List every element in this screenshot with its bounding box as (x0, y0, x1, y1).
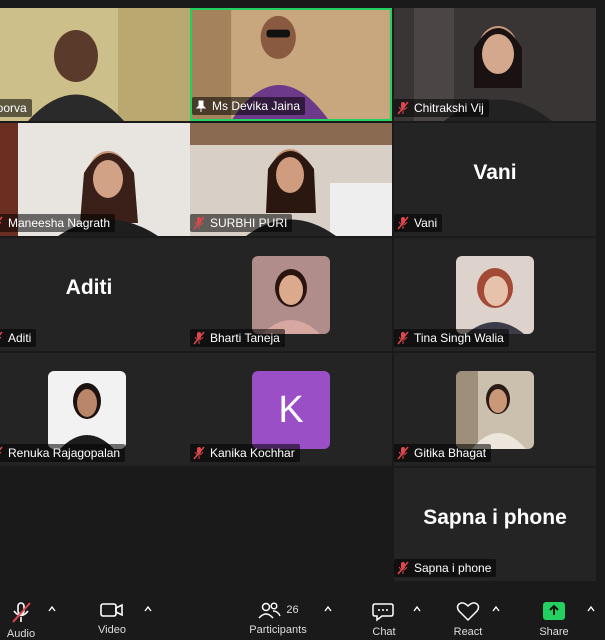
participant-name: Aditi (8, 331, 32, 345)
tile-surbhi-puri[interactable]: SURBHI PURI (190, 123, 392, 236)
chat-options-caret[interactable] (412, 604, 422, 614)
tile-gitika-bhagat[interactable]: Gitika Bhagat (394, 353, 596, 466)
muted-mic-icon (192, 331, 206, 345)
participants-count: 26 (286, 604, 299, 616)
tile-renuka-rajagopalan[interactable]: Renuka Rajagopalan (0, 353, 190, 466)
tile-bharti-taneja[interactable]: Bharti Taneja (190, 238, 392, 351)
participant-display-name: Sapna i phone (423, 506, 567, 529)
name-tag: Maneesha Nagrath (0, 214, 116, 232)
participant-name: Bharti Taneja (210, 331, 280, 345)
name-tag: poorva (0, 99, 32, 117)
pin-icon (194, 99, 208, 113)
meeting-toolbar: Audio Video 26 Participants Chat React S… (0, 590, 605, 640)
muted-mic-icon (192, 446, 206, 460)
participant-name: Gitika Bhagat (414, 446, 487, 460)
participant-name: Chitrakshi Vij (414, 101, 484, 115)
react-button[interactable]: React (448, 590, 488, 638)
participants-label: Participants (249, 624, 307, 636)
muted-mic-icon (396, 446, 410, 460)
muted-mic-icon (396, 561, 410, 575)
profile-photo (456, 256, 534, 334)
share-options-caret[interactable] (586, 604, 596, 614)
name-tag: Tina Singh Walia (394, 329, 509, 347)
video-grid: poorva Ms Devika Jaina (0, 0, 605, 590)
name-tag: Vani (394, 214, 443, 232)
name-tag: Gitika Bhagat (394, 444, 492, 462)
video-label: Video (98, 624, 126, 636)
muted-mic-icon (396, 216, 410, 230)
muted-mic-icon (396, 101, 410, 115)
muted-mic-icon (10, 600, 32, 624)
chat-icon (372, 600, 396, 622)
participant-name: Sapna i phone (414, 561, 492, 575)
name-tag: Chitrakshi Vij (394, 99, 489, 117)
profile-photo (456, 371, 534, 449)
muted-mic-icon (192, 216, 206, 230)
participant-name: poorva (0, 101, 27, 115)
tile-apoorva[interactable]: poorva (0, 8, 190, 121)
participant-name: Vani (414, 216, 438, 230)
video-options-caret[interactable] (143, 604, 153, 614)
muted-mic-icon (0, 446, 4, 460)
audio-button[interactable]: Audio (2, 590, 40, 640)
name-tag: Sapna i phone (394, 559, 497, 577)
video-button[interactable]: Video (92, 590, 132, 636)
name-tag: Kanika Kochhar (190, 444, 300, 462)
name-tag: Renuka Rajagopalan (0, 444, 126, 462)
share-button[interactable]: Share (534, 590, 574, 638)
chat-label: Chat (372, 626, 396, 638)
participants-icon: 26 (257, 600, 299, 620)
tile-chitrakshi-vij[interactable]: Chitrakshi Vij (394, 8, 596, 121)
tile-aditi[interactable]: Aditi Aditi (0, 238, 190, 351)
tile-tina-singh-walia[interactable]: Tina Singh Walia (394, 238, 596, 351)
share-label: Share (539, 626, 569, 638)
muted-mic-icon (0, 331, 4, 345)
avatar: K (252, 371, 330, 449)
muted-mic-icon (396, 331, 410, 345)
tile-sapna-i-phone[interactable]: Sapna i phone Sapna i phone (394, 468, 596, 581)
react-options-caret[interactable] (491, 604, 501, 614)
tile-maneesha-nagrath[interactable]: Maneesha Nagrath (0, 123, 190, 236)
name-tag: Bharti Taneja (190, 329, 285, 347)
raised-hand-icon (0, 18, 2, 36)
audio-label: Audio (6, 628, 36, 640)
participant-display-name: Vani (473, 161, 517, 184)
react-label: React (453, 626, 483, 638)
share-screen-icon (542, 600, 566, 622)
participant-name: Ms Devika Jaina (212, 99, 301, 113)
profile-photo (252, 256, 330, 334)
participant-display-name: Aditi (65, 276, 113, 299)
participant-name: SURBHI PURI (210, 216, 288, 230)
participants-button[interactable]: 26 Participants (240, 590, 316, 636)
name-tag: Aditi (0, 329, 37, 347)
tile-devika-jaina[interactable]: Ms Devika Jaina (190, 8, 392, 121)
profile-photo (48, 371, 126, 449)
participant-name: Maneesha Nagrath (8, 216, 111, 230)
video-camera-icon (99, 600, 125, 620)
tile-vani[interactable]: Vani Vani (394, 123, 596, 236)
muted-mic-icon (0, 216, 4, 230)
name-tag: Ms Devika Jaina (192, 97, 306, 115)
participants-options-caret[interactable] (323, 604, 333, 614)
participant-name: Renuka Rajagopalan (8, 446, 121, 460)
heart-icon (456, 600, 480, 622)
participant-name: Kanika Kochhar (210, 446, 295, 460)
participant-name: Tina Singh Walia (414, 331, 504, 345)
name-tag: SURBHI PURI (190, 214, 293, 232)
audio-options-caret[interactable] (47, 604, 57, 614)
tile-kanika-kochhar[interactable]: K Kanika Kochhar (190, 353, 392, 466)
chat-button[interactable]: Chat (364, 590, 404, 638)
